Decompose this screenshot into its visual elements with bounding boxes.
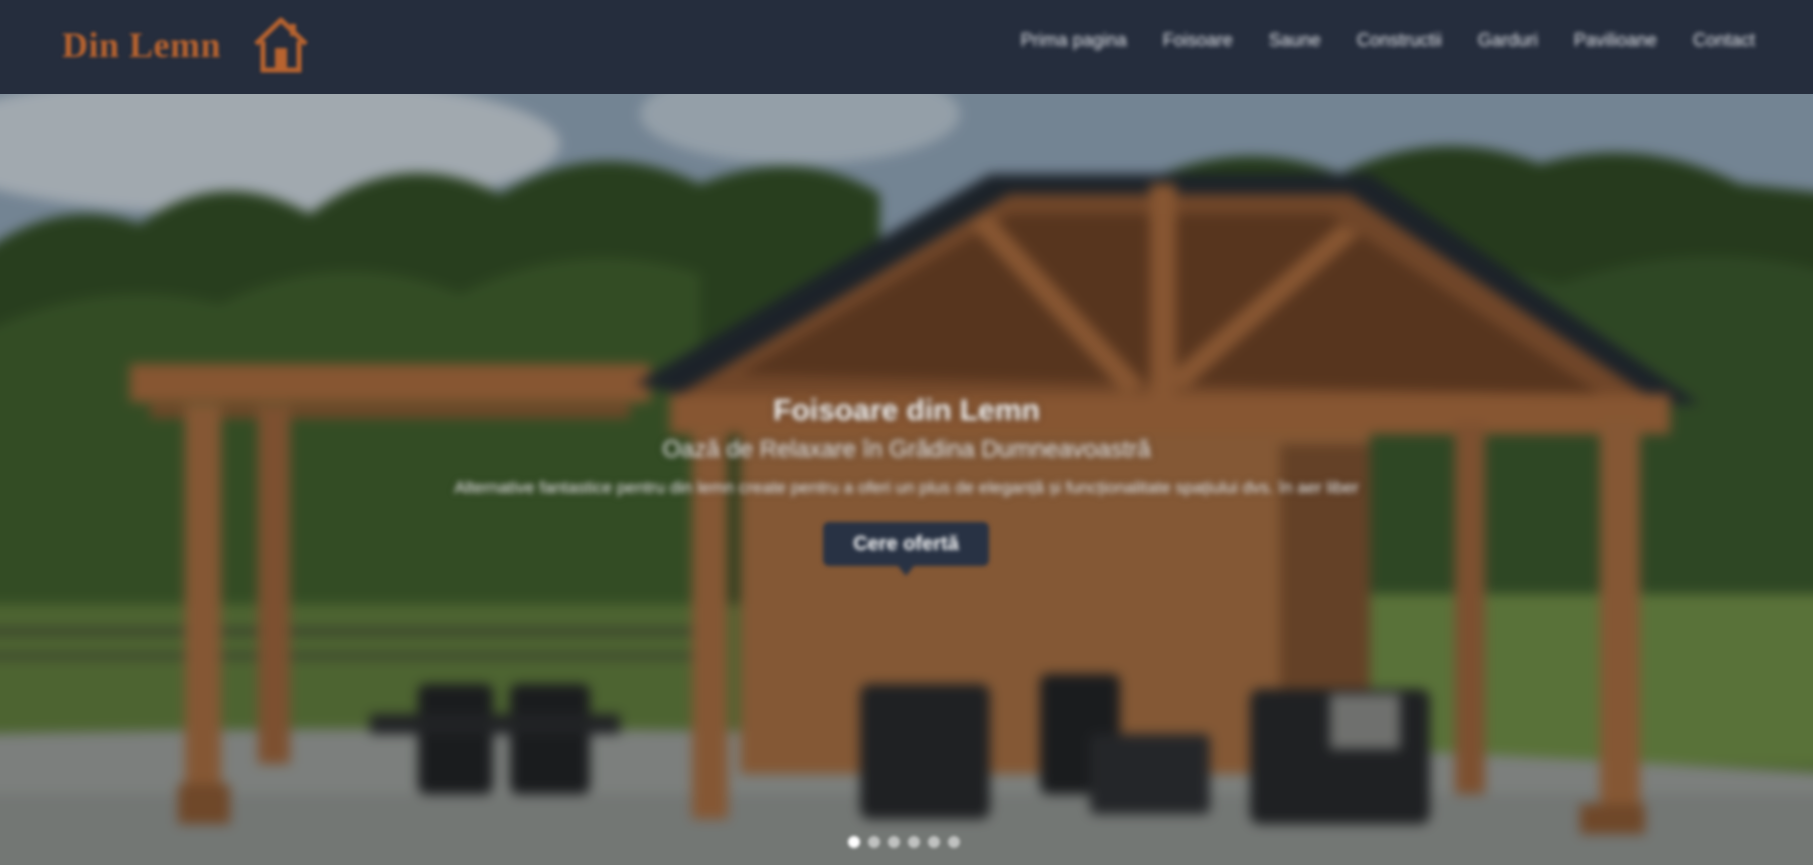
hero-slider: Foisoare din Lemn Oază de Relaxare în Gr…	[0, 94, 1813, 865]
logo-text: Din Lemn	[62, 25, 222, 65]
site-logo[interactable]: Din Lemn	[62, 12, 312, 78]
main-nav: Prima pagina Foisoare Saune Constructii …	[1003, 0, 1773, 80]
hero-description: Alternative fantastice pentru din lemn c…	[454, 478, 1359, 497]
nav-item-garduri[interactable]: Garduri	[1460, 30, 1556, 51]
nav-item-pavilioane[interactable]: Pavilioane	[1556, 30, 1675, 51]
slider-dot-5[interactable]	[928, 836, 940, 848]
site-header: Din Lemn Prima pagina Foisoare Saune Con…	[0, 0, 1813, 94]
slider-pagination	[848, 836, 960, 848]
nav-item-constructii[interactable]: Constructii	[1339, 30, 1460, 51]
hero-title: Foisoare din Lemn	[773, 394, 1040, 427]
nav-item-contact[interactable]: Contact	[1675, 30, 1773, 51]
hero-subtitle: Oază de Relaxare în Grădina Dumneavoastr…	[662, 436, 1151, 463]
nav-item-prima-pagina[interactable]: Prima pagina	[1003, 30, 1145, 51]
house-icon	[254, 17, 308, 73]
nav-item-foisoare[interactable]: Foisoare	[1145, 30, 1251, 51]
request-offer-button[interactable]: Cere ofertă	[823, 522, 989, 576]
nav-item-saune[interactable]: Saune	[1251, 30, 1339, 51]
slider-dot-3[interactable]	[888, 836, 900, 848]
slider-dot-1[interactable]	[848, 836, 860, 848]
slider-dot-4[interactable]	[908, 836, 920, 848]
slider-dot-2[interactable]	[868, 836, 880, 848]
slider-dot-6[interactable]	[948, 836, 960, 848]
